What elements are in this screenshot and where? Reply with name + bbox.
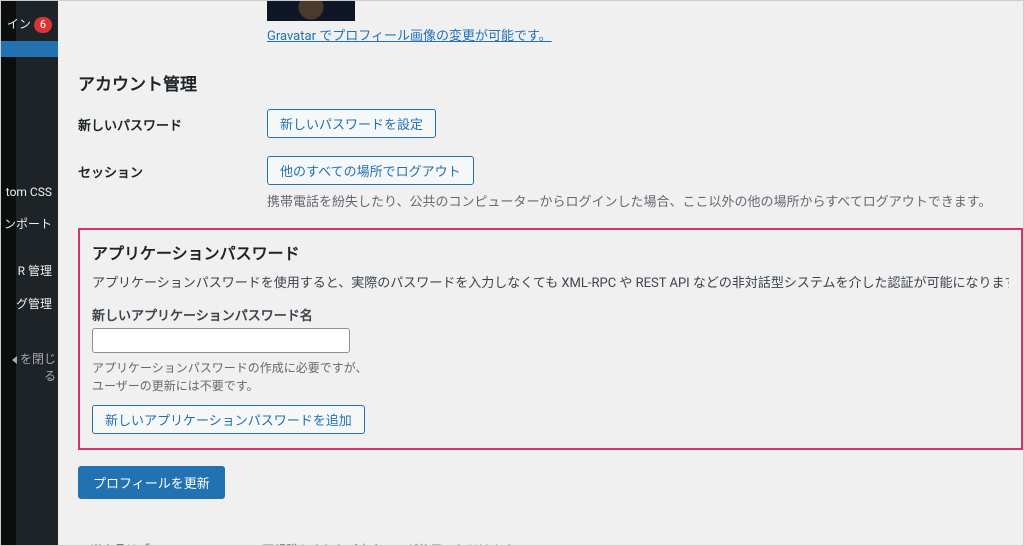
sidebar-item-log-manage[interactable]: グ管理 bbox=[1, 287, 58, 320]
collapse-label: を閉じる bbox=[20, 352, 56, 383]
app-password-name-input[interactable] bbox=[92, 328, 350, 353]
logout-everywhere-button[interactable]: 他のすべての場所でログアウト bbox=[267, 156, 474, 185]
update-profile-button[interactable]: プロフィールを更新 bbox=[78, 466, 225, 499]
sidebar-item-label: R 管理 bbox=[18, 264, 52, 278]
sessions-description: 携帯電話を紛失したり、公共のコンピューターからログインした場合、ここ以外の他の場… bbox=[267, 191, 1023, 210]
chevron-left-icon bbox=[12, 356, 17, 364]
add-app-password-button[interactable]: 新しいアプリケーションパスワードを追加 bbox=[92, 405, 365, 434]
app-passwords-description: アプリケーションパスワードを使用すると、実際のパスワードを入力しなくても XML… bbox=[92, 272, 1009, 291]
sessions-row: セッション 他のすべての場所でログアウト 携帯電話を紛失したり、公共のコンピュー… bbox=[78, 156, 1023, 210]
sidebar-item-label: tom CSS bbox=[6, 185, 52, 199]
sidebar-item-label: ンポート bbox=[4, 217, 52, 231]
profile-avatar bbox=[267, 1, 355, 21]
generate-password-button[interactable]: 新しいパスワードを設定 bbox=[267, 109, 436, 138]
collapse-menu[interactable]: を閉じる bbox=[1, 344, 58, 390]
sidebar-item-plugins[interactable]: イン 6 bbox=[1, 7, 58, 41]
sidebar-item-label: イン bbox=[7, 17, 31, 31]
stinger-store-link[interactable]: STINGER STORE bbox=[150, 543, 238, 545]
application-passwords-section: アプリケーションパスワード アプリケーションパスワードを使用すると、実際のパスワ… bbox=[78, 228, 1023, 450]
sidebar-item-label: グ管理 bbox=[16, 297, 52, 311]
sidebar-item-profile[interactable] bbox=[1, 41, 58, 57]
account-management-heading: アカウント管理 bbox=[78, 70, 1023, 95]
app-password-name-label: 新しいアプリケーションパスワード名 bbox=[92, 305, 1009, 324]
main-content: Gravatar でプロフィール画像の変更が可能です。 アカウント管理 新しいパ… bbox=[58, 1, 1023, 545]
app-passwords-heading: アプリケーションパスワード bbox=[92, 240, 1009, 264]
sidebar-item-custom-css[interactable]: tom CSS bbox=[1, 177, 58, 207]
admin-sidebar: イン 6 tom CSS ンポート R 管理 グ管理 を閉じる bbox=[1, 1, 58, 545]
sidebar-item-r-manage[interactable]: R 管理 bbox=[1, 254, 58, 287]
app-password-hint: アプリケーションパスワードの作成に必要ですが、 ユーザーの更新には不要です。 bbox=[92, 359, 1009, 395]
update-badge: 6 bbox=[34, 17, 52, 33]
product-footnote: ※当商品は「STINGER STORE」で正規購入されたご本人のみが使用いただけ… bbox=[78, 541, 1023, 545]
new-password-row: 新しいパスワード 新しいパスワードを設定 bbox=[78, 109, 1023, 138]
new-password-label: 新しいパスワード bbox=[78, 109, 267, 134]
sidebar-item-import[interactable]: ンポート bbox=[1, 207, 58, 240]
sessions-label: セッション bbox=[78, 156, 267, 181]
gravatar-link[interactable]: Gravatar でプロフィール画像の変更が可能です。 bbox=[267, 29, 552, 44]
